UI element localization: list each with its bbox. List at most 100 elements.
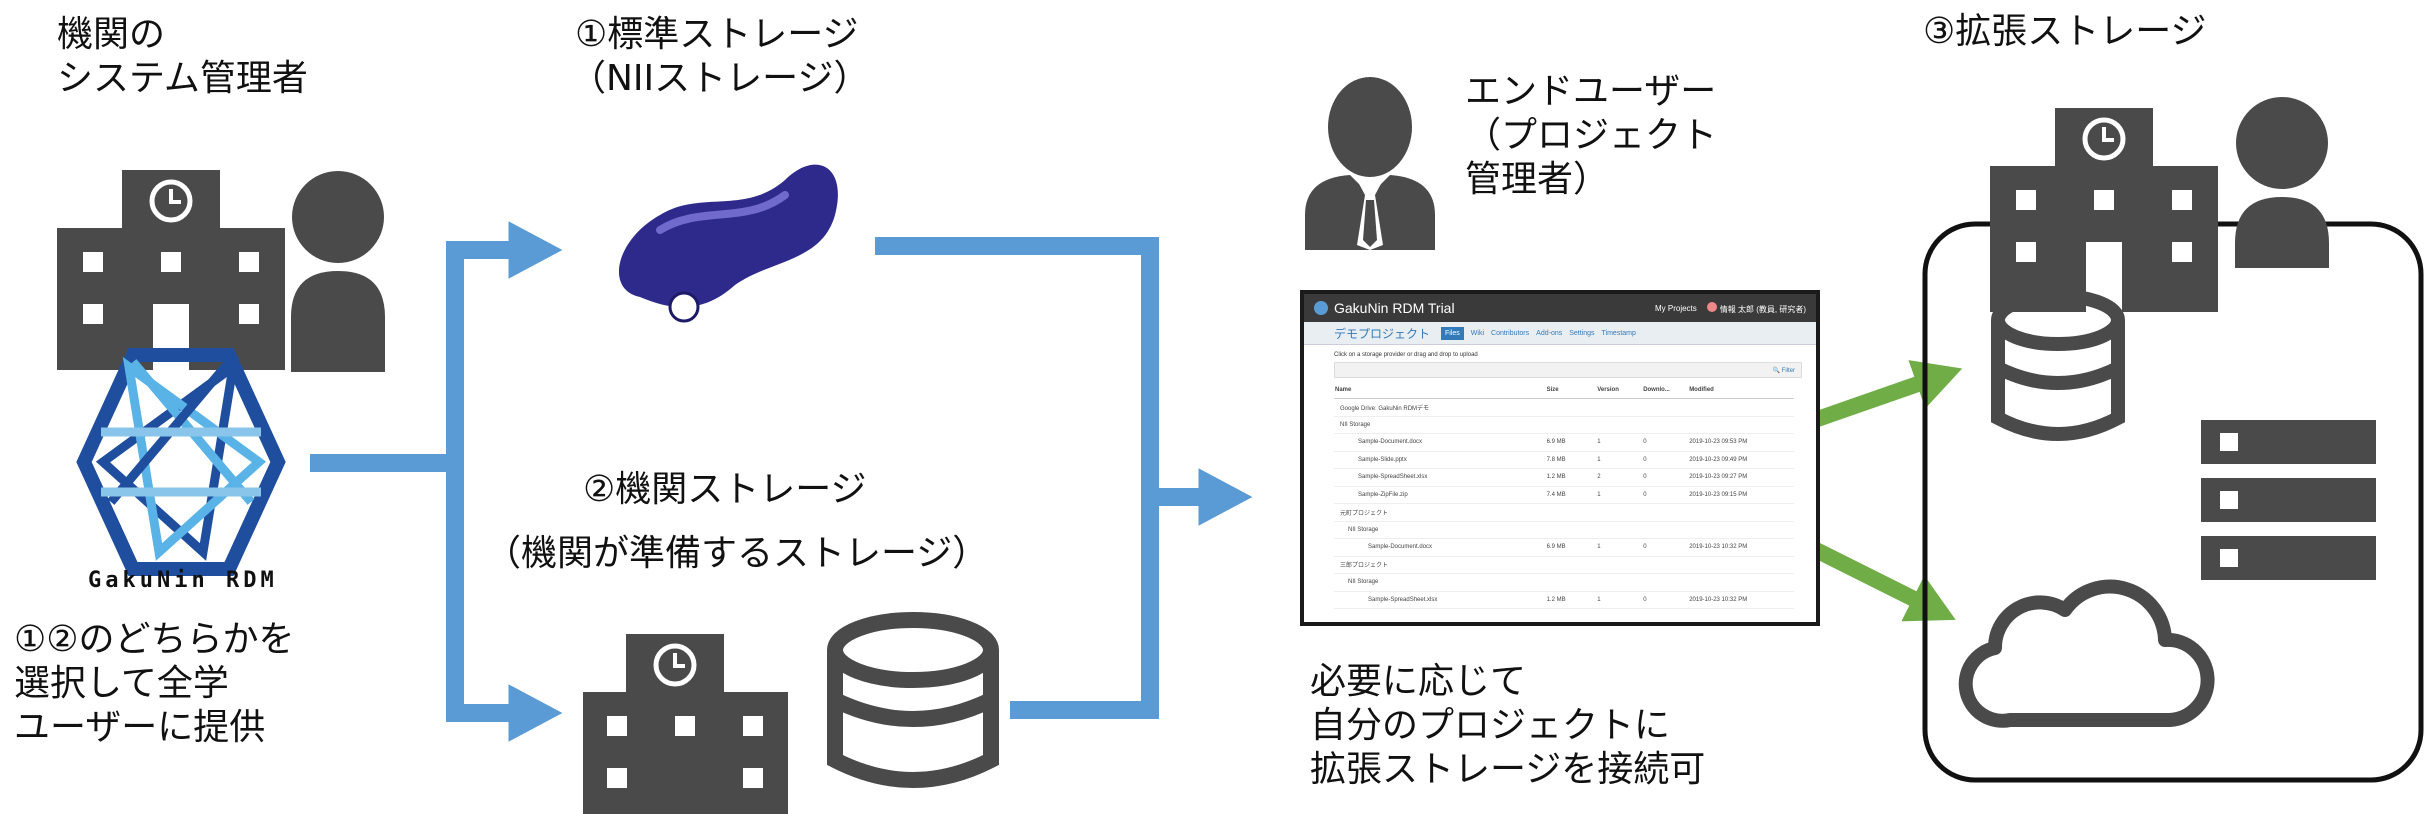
cell-modified: 2019-10-23 09:49 PM	[1688, 451, 1794, 469]
tab-timestamp[interactable]: Timestamp	[1602, 330, 1636, 337]
cell-name: NII Storage	[1334, 573, 1546, 592]
tab-contributors[interactable]: Contributors	[1491, 330, 1529, 337]
cell-version	[1596, 416, 1643, 434]
database-icon	[1991, 289, 2125, 441]
rdm-screenshot: GakuNin RDM Trial My Projects 情報 太郎 (教員,…	[1300, 290, 1820, 626]
cell-size: 7.4 MB	[1545, 486, 1597, 504]
rdm-logo-icon	[1314, 301, 1328, 315]
cell-version	[1596, 573, 1643, 592]
cell-size	[1545, 416, 1597, 434]
cell-size: 6.9 MB	[1545, 538, 1597, 557]
cell-name: 三郎プロジェクト	[1334, 556, 1546, 574]
cell-downloads	[1642, 521, 1689, 539]
cell-version: 2	[1596, 468, 1643, 487]
cell-name: Sample-SpreadSheet.xlsx	[1334, 591, 1546, 609]
choice-note: ①②のどちらかを 選択して全学 ユーザーに提供	[14, 619, 295, 748]
cell-size	[1545, 398, 1597, 417]
cell-name: 元町プロジェクト	[1334, 503, 1546, 522]
cell-version: 1	[1596, 486, 1643, 504]
cell-size	[1545, 521, 1597, 539]
file-table: Name Size Version Downlo... Modified Goo…	[1334, 382, 1794, 609]
server-icon	[2201, 420, 2376, 580]
col-name[interactable]: Name	[1334, 382, 1546, 399]
tab-settings[interactable]: Settings	[1569, 330, 1594, 337]
tab-wiki[interactable]: Wiki	[1471, 330, 1484, 337]
project-title[interactable]: デモプロジェクト	[1334, 325, 1430, 342]
database-icon	[827, 612, 999, 788]
table-row[interactable]: Sample-ZipFile.zip 7.4 MB 1 0 2019-10-23 09:…	[1334, 486, 1794, 504]
table-row[interactable]: Sample-SpreadSheet.xlsx 1.2 MB 1 0 2019-10-2…	[1334, 591, 1794, 609]
cell-downloads: 0	[1642, 538, 1689, 557]
filter-button[interactable]: 🔍 Filter	[1773, 367, 1795, 374]
cell-modified	[1688, 416, 1794, 434]
avatar	[1706, 301, 1717, 312]
cell-downloads	[1642, 573, 1689, 592]
cell-downloads	[1642, 398, 1689, 417]
cell-version	[1596, 521, 1643, 539]
cell-name: Sample-Slide.pptx	[1334, 451, 1546, 469]
cell-name: NII Storage	[1334, 521, 1546, 539]
nii-storage-title: ①標準ストレージ	[575, 14, 859, 55]
diagram-canvas	[57, 77, 2424, 814]
table-row[interactable]: Sample-SpreadSheet.xlsx 1.2 MB 2 0 2019-10-2…	[1334, 468, 1794, 487]
cell-size	[1545, 556, 1597, 574]
my-projects-link[interactable]: My Projects	[1655, 304, 1697, 313]
flow-to-nii-storage	[446, 221, 563, 463]
cell-version: 1	[1596, 433, 1643, 452]
connect-note: 必要に応じて 自分のプロジェクトに 拡張ストレージを接続可	[1310, 661, 1706, 790]
table-row[interactable]: 三郎プロジェクト	[1334, 556, 1794, 574]
flow-to-inst-storage	[446, 463, 563, 742]
inst-storage-subtitle: （機関が準備するストレージ）	[485, 533, 989, 574]
building-icon	[583, 634, 788, 814]
cell-size: 6.9 MB	[1545, 433, 1597, 452]
gakunin-rdm-logo-text: GakuNin RDM	[88, 568, 278, 593]
flow-nii-to-merge	[875, 237, 1159, 719]
gakunin-rdm-logo	[76, 348, 286, 576]
cell-version: 1	[1596, 451, 1643, 469]
cell-modified	[1688, 556, 1794, 574]
table-row[interactable]: NII Storage	[1334, 521, 1794, 539]
project-nav: デモプロジェクト Files Wiki Contributors Add-ons…	[1304, 322, 1816, 345]
table-row[interactable]: NII Storage	[1334, 573, 1794, 592]
cell-downloads	[1642, 556, 1689, 574]
cloud-icon	[1958, 579, 2215, 728]
cell-version	[1596, 398, 1643, 417]
cell-size: 7.8 MB	[1545, 451, 1597, 469]
cell-modified: 2019-10-23 09:27 PM	[1688, 468, 1794, 487]
cell-name: Sample-SpreadSheet.xlsx	[1334, 468, 1546, 487]
cell-downloads: 0	[1642, 591, 1689, 609]
inst-storage-title: ②機関ストレージ	[583, 469, 867, 510]
usb-key-icon	[618, 164, 838, 323]
tab-files[interactable]: Files	[1441, 326, 1464, 340]
cell-modified: 2019-10-23 09:15 PM	[1688, 486, 1794, 504]
businessman-icon	[1305, 77, 1435, 250]
table-row[interactable]: Google Drive: GakuNin RDMデモ	[1334, 398, 1794, 417]
cell-version: 1	[1596, 538, 1643, 557]
admin-label: 機関の システム管理者	[57, 14, 308, 99]
col-downloads[interactable]: Downlo...	[1642, 382, 1689, 399]
user-menu[interactable]: 情報 太郎 (教員, 研究者)	[1706, 301, 1806, 315]
table-row[interactable]: 元町プロジェクト	[1334, 503, 1794, 522]
table-row[interactable]: Sample-Document.docx 6.9 MB 1 0 2019-10-23 1…	[1334, 538, 1794, 557]
col-modified[interactable]: Modified	[1688, 382, 1794, 399]
cell-modified: 2019-10-23 10:32 PM	[1688, 538, 1794, 557]
rdm-app-title: GakuNin RDM Trial	[1334, 300, 1455, 316]
cell-name: Google Drive: GakuNin RDMデモ	[1334, 398, 1546, 417]
cell-modified	[1688, 521, 1794, 539]
cell-name: Sample-Document.docx	[1334, 538, 1546, 557]
table-row[interactable]: Sample-Slide.pptx 7.8 MB 1 0 2019-10-23 09:4…	[1334, 451, 1794, 469]
tab-addons[interactable]: Add-ons	[1536, 330, 1562, 337]
cell-size: 1.2 MB	[1545, 468, 1597, 487]
nii-storage-subtitle: （NIIストレージ）	[570, 58, 870, 99]
cell-modified	[1688, 398, 1794, 417]
table-row[interactable]: NII Storage	[1334, 416, 1794, 434]
table-row[interactable]: Sample-Document.docx 6.9 MB 1 0 2019-10-23 0…	[1334, 433, 1794, 452]
col-version[interactable]: Version	[1596, 382, 1643, 399]
cell-modified	[1688, 503, 1794, 522]
col-size[interactable]: Size	[1545, 382, 1597, 399]
cell-modified	[1688, 573, 1794, 592]
cell-downloads: 0	[1642, 433, 1689, 452]
person-icon	[291, 171, 385, 372]
file-toolbar: 🔍 Filter	[1334, 362, 1802, 378]
ext-storage-title: ③拡張ストレージ	[1923, 11, 2207, 52]
